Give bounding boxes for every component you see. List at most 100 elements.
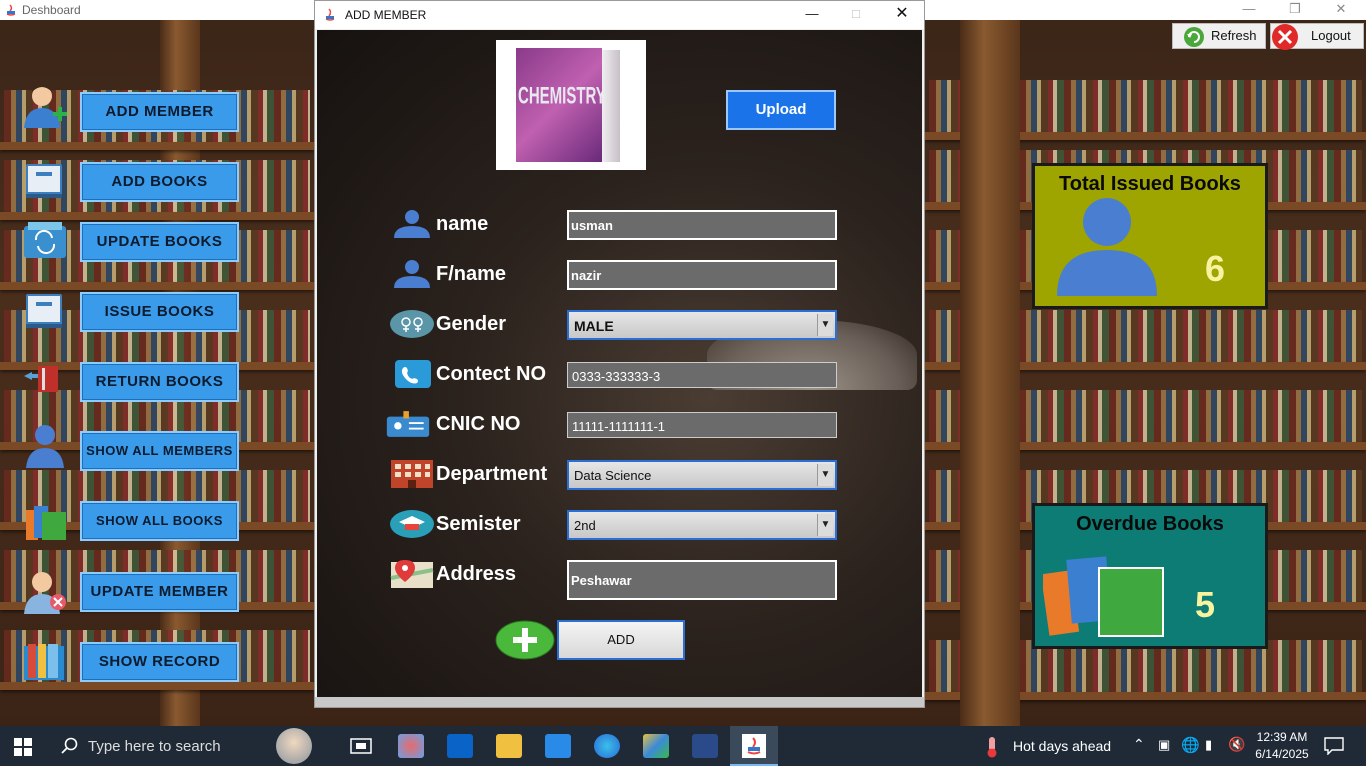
minimize-button[interactable]: — xyxy=(789,5,835,25)
department-select[interactable]: Data Science ▼ xyxy=(567,460,837,490)
add-books-button[interactable]: ADD BOOKS xyxy=(80,162,239,202)
volume-muted-icon[interactable]: 🔇 xyxy=(1228,736,1245,753)
dialog-titlebar: ADD MEMBER — □ ✕ xyxy=(315,1,924,29)
fname-field[interactable]: nazir xyxy=(567,260,837,290)
cnic-field[interactable]: 11111-1111111-1 xyxy=(567,412,837,438)
search-placeholder: Type here to search xyxy=(88,738,221,755)
thermometer-icon xyxy=(987,737,997,758)
outlook-icon[interactable] xyxy=(447,734,473,758)
edge-icon[interactable] xyxy=(594,734,620,758)
app-icon[interactable] xyxy=(643,734,669,758)
search-icon xyxy=(61,737,78,754)
dialog-scrollbar[interactable] xyxy=(315,697,924,707)
semester-select[interactable]: 2nd ▼ xyxy=(567,510,837,540)
close-icon xyxy=(1272,24,1298,50)
update-member-button[interactable]: UPDATE MEMBER xyxy=(80,572,239,612)
update-books-button[interactable]: UPDATE BOOKS xyxy=(80,222,239,262)
paint-icon[interactable] xyxy=(398,734,424,758)
battery-icon[interactable]: ▮ xyxy=(1205,737,1212,753)
refresh-icon xyxy=(1184,27,1204,47)
task-view-icon[interactable] xyxy=(348,734,374,758)
user-icon xyxy=(1057,198,1157,296)
meet-icon[interactable]: ▣ xyxy=(1158,737,1170,753)
clock[interactable]: 12:39 AM 6/14/2025 xyxy=(1254,729,1310,763)
chevron-up-icon[interactable]: ⌃ xyxy=(1133,736,1145,753)
graduation-cap-icon xyxy=(390,510,434,538)
map-pin-icon xyxy=(390,560,434,588)
add-member-button[interactable]: ADD MEMBER xyxy=(80,92,239,132)
user-icon xyxy=(394,260,430,288)
windows-start-icon[interactable] xyxy=(14,738,32,756)
file-explorer-icon[interactable] xyxy=(496,734,522,758)
add-member-dialog: ADD MEMBER — □ ✕ CHEMISTRY Upload name u… xyxy=(314,0,925,708)
cnic-label: CNIC NO xyxy=(436,413,521,435)
store-icon[interactable] xyxy=(545,734,571,758)
book-cover: CHEMISTRY xyxy=(516,48,606,162)
department-label: Department xyxy=(436,463,548,485)
taskbar-search[interactable]: Type here to search xyxy=(48,726,312,766)
minimize-button[interactable]: — xyxy=(1226,0,1272,20)
gender-select[interactable]: MALE ▼ xyxy=(567,310,837,340)
id-card-icon xyxy=(386,411,430,437)
address-field[interactable]: Peshawar xyxy=(567,560,837,600)
weather-text[interactable]: Hot days ahead xyxy=(1013,738,1111,754)
close-button[interactable]: ✕ xyxy=(879,5,925,25)
member-photo: CHEMISTRY xyxy=(496,40,646,170)
time: 12:39 AM xyxy=(1256,730,1308,744)
upload-button[interactable]: Upload xyxy=(726,90,836,130)
gender-value: MALE xyxy=(574,318,614,334)
building-icon xyxy=(391,460,433,488)
issue-books-button[interactable]: ISSUE BOOKS xyxy=(80,292,239,332)
total-issued-books-card: Total Issued Books 6 xyxy=(1032,163,1268,309)
dialog-title: ADD MEMBER xyxy=(345,8,427,22)
netbeans-icon[interactable] xyxy=(692,734,718,758)
refresh-label: Refresh xyxy=(1211,28,1257,43)
book-icon xyxy=(26,294,62,328)
pillar xyxy=(960,20,1020,726)
address-label: Address xyxy=(436,563,517,585)
dashboard-title: Deshboard xyxy=(22,3,81,17)
phone-icon xyxy=(395,360,431,388)
cover-text: CHEMISTRY xyxy=(518,82,606,111)
refresh-button[interactable]: Refresh xyxy=(1172,23,1266,49)
globe-icon[interactable]: 🌐 xyxy=(1181,736,1200,754)
user-icon xyxy=(394,210,430,238)
overdue-books-count: 5 xyxy=(1195,584,1216,625)
user-icon xyxy=(26,425,64,468)
department-value: Data Science xyxy=(574,468,652,483)
date: 6/14/2025 xyxy=(1255,747,1309,761)
fname-label: F/name xyxy=(436,263,507,285)
add-button[interactable]: ADD xyxy=(557,620,685,660)
overdue-books-card: Overdue Books 5 xyxy=(1032,503,1268,649)
close-button[interactable]: ✕ xyxy=(1318,0,1364,20)
chevron-down-icon[interactable]: ▼ xyxy=(817,314,833,336)
add-icon[interactable] xyxy=(495,620,555,660)
contact-field[interactable]: 0333-333333-3 xyxy=(567,362,837,388)
show-record-button[interactable]: SHOW RECORD xyxy=(80,642,239,682)
maximize-button[interactable]: □ xyxy=(833,5,879,25)
return-books-button[interactable]: RETURN BOOKS xyxy=(80,362,239,402)
gender-label: Gender xyxy=(436,313,507,335)
java-icon xyxy=(6,4,16,16)
user-remove-icon xyxy=(24,572,66,614)
logout-button[interactable]: Logout xyxy=(1270,23,1364,50)
book-icon xyxy=(26,164,62,198)
search-highlight-icon xyxy=(276,728,312,764)
java-icon xyxy=(325,8,335,21)
card-title: Overdue Books xyxy=(1076,513,1224,535)
contact-label: Contect NO xyxy=(436,363,546,385)
chevron-down-icon[interactable]: ▼ xyxy=(817,514,833,536)
restore-button[interactable]: ❐ xyxy=(1272,0,1318,20)
semester-label: Semister xyxy=(436,513,521,535)
java-taskbar-button[interactable] xyxy=(730,726,778,766)
logout-label: Logout xyxy=(1311,28,1351,43)
add-user-icon xyxy=(24,85,67,128)
show-all-books-button[interactable]: SHOW ALL BOOKS xyxy=(80,501,239,541)
name-field[interactable]: usman xyxy=(567,210,837,240)
records-icon xyxy=(24,644,64,680)
notifications-icon[interactable] xyxy=(1324,737,1344,755)
taskbar: Type here to search Hot days ahead ⌃ ▣ 🌐… xyxy=(0,726,1366,766)
chevron-down-icon[interactable]: ▼ xyxy=(817,464,833,486)
show-all-members-button[interactable]: SHOW ALL MEMBERS xyxy=(80,431,239,471)
card-title: Total Issued Books xyxy=(1059,173,1241,195)
